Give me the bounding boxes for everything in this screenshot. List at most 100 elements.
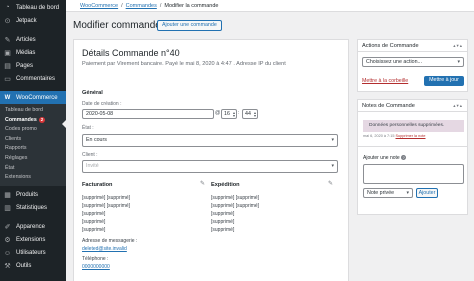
order-action-placeholder: Choisissez une action... [366, 59, 422, 65]
billing-line: [supprimé] [supprimé] [82, 203, 131, 209]
submenu-extensions[interactable]: Extensions [0, 173, 66, 183]
breadcrumb-woocommerce[interactable]: WooCommerce [80, 3, 118, 9]
menu-products[interactable]: ▦ Produits [0, 189, 66, 202]
chevron-down-icon: ▾ [331, 163, 334, 169]
menu-media[interactable]: ▣ Médias [0, 46, 66, 59]
menu-comments[interactable]: ▭ Commentaires [0, 72, 66, 85]
status-select[interactable]: En cours ▾ [82, 134, 338, 147]
menu-label: Extensions [16, 237, 46, 244]
minute-input[interactable]: 44 ▴ ▾ [242, 109, 258, 119]
page-title: Modifier commande [73, 20, 161, 31]
order-action-select[interactable]: Choisissez une action... ▾ [362, 57, 464, 67]
woocommerce-icon: W [4, 94, 11, 101]
submenu-reports[interactable]: Rapports [0, 144, 66, 154]
spinner-icon: ▴ ▾ [253, 110, 256, 118]
pin-icon: ✎ [4, 36, 11, 44]
menu-jetpack[interactable]: ⊙ Jetpack [0, 14, 66, 27]
date-created-input[interactable]: 2020-05-08 [82, 109, 214, 119]
submenu-dashboard[interactable]: Tableau de bord [0, 106, 66, 116]
hour-input[interactable]: 16 ▴ ▾ [221, 109, 237, 119]
chevron-down-icon: ▾ [331, 137, 334, 143]
order-title: Détails Commande n°40 [82, 48, 180, 58]
menu-label: Produits [16, 192, 39, 199]
client-value: Invité [86, 163, 99, 169]
trash-link[interactable]: Mettre à la corbeille [362, 78, 408, 84]
menu-label: Apparence [16, 224, 46, 231]
menu-tools[interactable]: ⚒ Outils [0, 260, 66, 273]
edit-shipping-icon[interactable]: ✎ [328, 180, 333, 187]
status-label: État : [82, 125, 94, 131]
breadcrumb-separator: / [159, 2, 162, 9]
order-notes-header[interactable]: Notes de Commande ▴▾▴ [358, 100, 467, 112]
shipping-line: [supprimé] [211, 211, 235, 217]
divider [358, 146, 467, 147]
phone-link[interactable]: 0000000000 [82, 264, 110, 270]
add-note-label-text: Ajouter une note [363, 155, 400, 161]
minute-value: 44 [245, 111, 251, 117]
chevron-down-icon: ▾ [457, 59, 460, 65]
submenu-status[interactable]: État [0, 164, 66, 174]
menu-articles[interactable]: ✎ Articles [0, 33, 66, 46]
submenu-customers[interactable]: Clients [0, 135, 66, 145]
menu-dashboard[interactable]: ◔ Tableau de bord [0, 1, 66, 14]
submenu-coupons[interactable]: Codes promo [0, 125, 66, 135]
submenu-label: Commandes [5, 116, 37, 123]
order-notes-box: Notes de Commande ▴▾▴ Données personnell… [357, 99, 468, 215]
menu-appearance[interactable]: ✐ Apparence [0, 221, 66, 234]
tools-icon: ⚒ [4, 263, 11, 271]
woocommerce-submenu: Tableau de bord Commandes 2 Codes promo C… [0, 104, 66, 186]
menu-woocommerce[interactable]: W WooCommerce [0, 91, 66, 104]
delete-note-link[interactable]: Supprimer la note [396, 134, 426, 138]
add-note-textarea[interactable] [363, 164, 464, 184]
menu-plugins[interactable]: ⚙ Extensions [0, 234, 66, 247]
add-note-button[interactable]: Ajouter [416, 188, 438, 198]
admin-sidebar: ◔ Tableau de bord ⊙ Jetpack ✎ Articles ▣… [0, 0, 66, 281]
menu-label: Médias [16, 49, 36, 56]
box-toggle-icons[interactable]: ▴▾▴ [453, 43, 463, 49]
note-type-value: Note privée [367, 190, 395, 196]
dashboard-icon: ◔ [5, 4, 10, 11]
menu-label: Utilisateurs [16, 250, 46, 257]
chevron-down-icon: ▾ [406, 190, 409, 196]
order-actions-title: Actions de Commande [362, 42, 419, 49]
users-icon: ☺ [3, 249, 12, 257]
time-separator: : [238, 110, 240, 116]
menu-users[interactable]: ☺ Utilisateurs [0, 247, 66, 260]
menu-label: Outils [16, 263, 32, 270]
order-data-panel: Détails Commande n°40 Paiement par Virem… [73, 39, 349, 281]
menu-label: Commentaires [16, 75, 56, 82]
pages-icon: ▤ [4, 62, 11, 70]
add-order-button[interactable]: Ajouter une commande [157, 20, 222, 31]
shipping-line: [supprimé] [supprimé] [211, 203, 260, 209]
order-actions-header[interactable]: Actions de Commande ▴▾▴ [358, 40, 467, 52]
note-type-select[interactable]: Note privée ▾ [363, 188, 413, 198]
menu-label: Articles [16, 36, 36, 43]
billing-line: [supprimé] [82, 227, 106, 233]
box-toggle-icons[interactable]: ▴▾▴ [453, 103, 463, 109]
products-icon: ▦ [4, 192, 11, 200]
hour-value: 16 [224, 111, 230, 117]
submenu-orders[interactable]: Commandes 2 [0, 116, 66, 126]
client-label: Client : [82, 152, 98, 158]
breadcrumb-separator: / [121, 2, 123, 9]
comments-icon: ▭ [4, 75, 11, 83]
edit-billing-icon[interactable]: ✎ [200, 180, 205, 187]
order-notes-title: Notes de Commande [362, 102, 415, 109]
shipping-line: [supprimé] [supprimé] [211, 195, 260, 201]
submenu-settings[interactable]: Réglages [0, 154, 66, 164]
menu-stats[interactable]: ▥ Statistiques [0, 202, 66, 215]
help-icon[interactable]: ? [401, 155, 407, 160]
breadcrumb-orders[interactable]: Commandes [126, 3, 157, 9]
email-label: Adresse de messagerie : [82, 238, 138, 244]
billing-line: [supprimé] [supprimé] [82, 195, 131, 201]
current-menu-arrow [62, 120, 66, 128]
billing-line: [supprimé] [82, 219, 106, 225]
menu-pages[interactable]: ▤ Pages [0, 59, 66, 72]
menu-label: Statistiques [16, 205, 48, 212]
client-select[interactable]: Invité ▾ [82, 160, 338, 173]
update-button[interactable]: Mettre à jour [424, 76, 464, 86]
email-link[interactable]: deleted@site.invalid [82, 246, 127, 252]
breadcrumb-current: Modifier la commande [164, 2, 219, 9]
jetpack-icon: ⊙ [4, 17, 11, 25]
media-icon: ▣ [4, 49, 11, 57]
